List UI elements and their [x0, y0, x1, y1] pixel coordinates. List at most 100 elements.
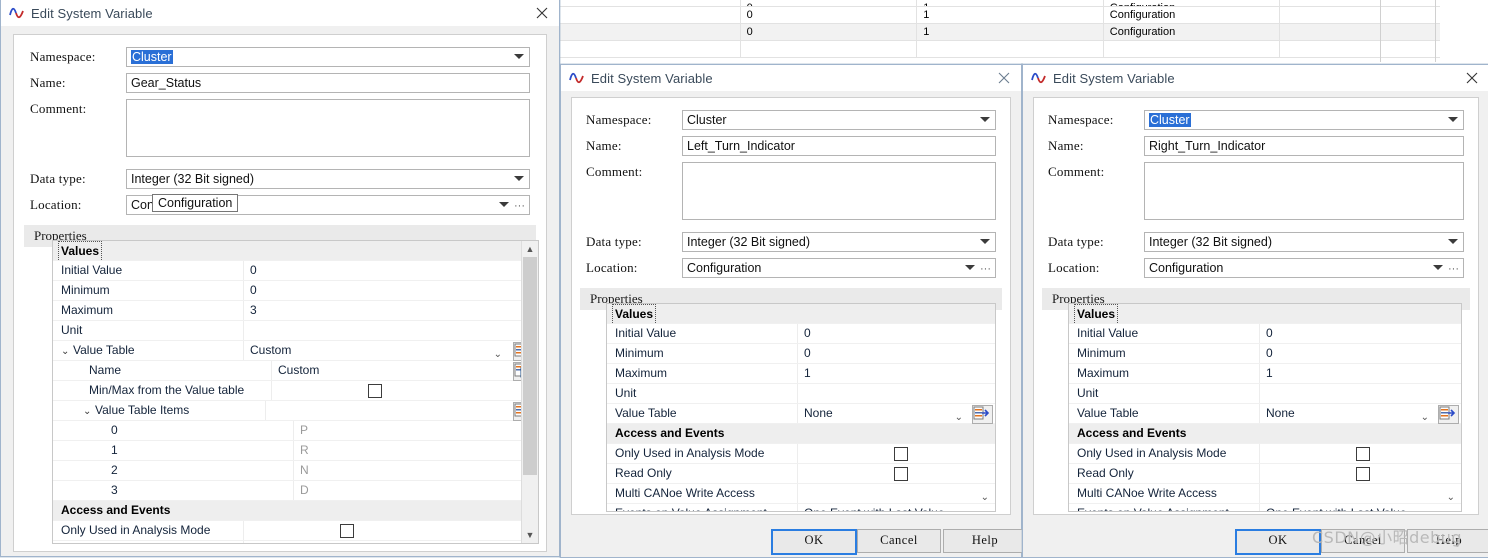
value-table-export-icon-button[interactable] [972, 405, 993, 424]
grid-row-only-used-analysis[interactable]: Only Used in Analysis Mode [607, 444, 995, 464]
grid-row-minimum[interactable]: Minimum 0 [607, 344, 995, 364]
grid-row-minmax-from-table[interactable]: Min/Max from the Value table [53, 381, 538, 401]
only-used-analysis-checkbox[interactable] [1356, 447, 1370, 461]
grid-row-multi-canoe[interactable]: Multi CANoe Write Access ⌄ [1069, 484, 1461, 504]
close-icon[interactable] [1461, 68, 1483, 88]
grid-label-maximum: Maximum [53, 301, 244, 320]
chevron-down-icon[interactable]: ⌄ [1447, 508, 1455, 511]
cancel-button[interactable]: Cancel [857, 529, 941, 553]
comment-textarea[interactable] [1144, 162, 1464, 220]
grid-row-name[interactable]: Name Custom [53, 361, 538, 381]
dialog2-content-panel: Namespace: Cluster Name: Left_Turn_Indic… [571, 97, 1011, 515]
name-input[interactable]: Right_Turn_Indicator [1144, 136, 1464, 156]
scroll-up-icon[interactable]: ▲ [522, 241, 538, 257]
grid-row-minimum[interactable]: Minimum 0 [1069, 344, 1461, 364]
grid-row-value-table[interactable]: Value Table None ⌄ [1069, 404, 1461, 424]
grid-row-events-on-assignment[interactable]: Events on Value Assignment One Event wit… [607, 504, 995, 511]
comment-textarea[interactable] [126, 99, 530, 157]
property-grid-scrollbar[interactable]: ▲ ▼ [521, 241, 538, 543]
grid-row-initial-value[interactable]: Initial Value 0 [53, 261, 538, 281]
grid-row-value-item[interactable]: 1 R [53, 441, 538, 461]
only-used-analysis-checkbox[interactable] [340, 524, 354, 538]
dialog3-body: Namespace: Cluster Name: Right_Turn_Indi… [1023, 91, 1488, 557]
grid-row-minimum[interactable]: Minimum 0 [53, 281, 538, 301]
grid-value-events-on-assignment: One Event with Last Value [804, 506, 945, 511]
grid-value-events-on-assignment: One Event with Last Value [1266, 506, 1407, 511]
chevron-down-icon[interactable]: ⌄ [981, 508, 989, 511]
comment-textarea[interactable] [682, 162, 996, 220]
grid-group-access-and-events: Access and Events [53, 501, 538, 521]
grid-row-multi-canoe[interactable]: Multi CANoe Write Access ⌄ [607, 484, 995, 504]
location-select[interactable]: Configuration ··· [682, 258, 996, 278]
label-location: Location: [30, 197, 82, 212]
dialog1-titlebar: Edit System Variable [1, 0, 559, 27]
location-value: Configuration [687, 261, 762, 275]
close-icon[interactable] [993, 68, 1015, 88]
namespace-select[interactable]: Cluster [126, 47, 530, 67]
chevron-expanded-icon[interactable]: ⌄ [83, 402, 93, 420]
data-type-select[interactable]: Integer (32 Bit signed) [682, 232, 996, 252]
scroll-down-icon[interactable]: ▼ [522, 527, 538, 543]
namespace-select[interactable]: Cluster [682, 110, 996, 130]
chevron-expanded-icon[interactable]: ⌄ [61, 342, 71, 360]
grid-row-value-table[interactable]: Value Table None ⌄ [607, 404, 995, 424]
grid-row-value-item[interactable]: 0 P [53, 421, 538, 441]
label-comment: Comment: [30, 101, 87, 116]
grid-value-item-value: N [300, 463, 309, 477]
grid-row-read-only[interactable]: Read Only [1069, 464, 1461, 484]
grid-row-read-only[interactable]: Read Only [607, 464, 995, 484]
grid-label-item-key: 2 [53, 461, 294, 480]
grid-row-unit[interactable]: Unit [1069, 384, 1461, 404]
help-button[interactable]: Help [1407, 529, 1488, 553]
namespace-select[interactable]: Cluster [1144, 110, 1464, 130]
grid-label-minimum: Minimum [607, 344, 798, 363]
grid-row-value-table-items[interactable]: ⌄ Value Table Items [53, 401, 538, 421]
data-type-value: Integer (32 Bit signed) [1149, 235, 1272, 249]
only-used-analysis-checkbox[interactable] [894, 447, 908, 461]
minmax-checkbox[interactable] [368, 384, 382, 398]
read-only-checkbox[interactable] [894, 467, 908, 481]
grid-row-read-only[interactable]: Read Only [53, 541, 538, 543]
grid-row-value-item[interactable]: 3 D [53, 481, 538, 501]
data-type-value: Integer (32 Bit signed) [131, 172, 254, 186]
help-button[interactable]: Help [943, 529, 1027, 553]
grid-row-only-used-analysis[interactable]: Only Used in Analysis Mode [1069, 444, 1461, 464]
grid-row-maximum[interactable]: Maximum 1 [607, 364, 995, 384]
grid-row-initial-value[interactable]: Initial Value 0 [607, 324, 995, 344]
location-ellipsis-button[interactable]: ··· [980, 260, 991, 277]
location-select[interactable]: Configuration ··· [1144, 258, 1464, 278]
grid-row-only-used-analysis[interactable]: Only Used in Analysis Mode [53, 521, 538, 541]
location-ellipsis-button[interactable]: ··· [1448, 260, 1459, 277]
grid-row-initial-value[interactable]: Initial Value 0 [1069, 324, 1461, 344]
dialog2-title: Edit System Variable [591, 70, 713, 86]
read-only-checkbox[interactable] [1356, 467, 1370, 481]
grid-row-events-on-assignment[interactable]: Events on Value Assignment One Event wit… [1069, 504, 1461, 511]
label-data-type: Data type: [1048, 234, 1104, 249]
location-ellipsis-button[interactable]: ··· [514, 197, 525, 214]
grid-value-maximum: 3 [250, 303, 257, 317]
grid-row-maximum[interactable]: Maximum 3 [53, 301, 538, 321]
ok-button[interactable]: OK [1235, 529, 1321, 555]
close-icon[interactable] [531, 3, 553, 23]
cancel-button[interactable]: Cancel [1321, 529, 1405, 553]
grid-row-value-table[interactable]: ⌄ Value Table Custom ⌄ [53, 341, 538, 361]
name-input[interactable]: Left_Turn_Indicator [682, 136, 996, 156]
dialog-edit-system-variable-left-turn: Edit System Variable Namespace: Cluster … [560, 64, 1027, 558]
data-type-select[interactable]: Integer (32 Bit signed) [1144, 232, 1464, 252]
grid-row-unit[interactable]: Unit [607, 384, 995, 404]
scrollbar-thumb[interactable] [523, 257, 537, 475]
field-namespace: Namespace: Cluster [586, 110, 996, 130]
label-location: Location: [586, 260, 638, 275]
table-row: 0 1 Configuration [560, 0, 1440, 7]
ok-button[interactable]: OK [771, 529, 857, 555]
grid-row-maximum[interactable]: Maximum 1 [1069, 364, 1461, 384]
name-input[interactable]: Gear_Status [126, 73, 530, 93]
grid-group-values: Values [1069, 304, 1461, 324]
dialog1-property-grid: Values Initial Value 0 Minimum 0 Maximum… [52, 240, 539, 544]
label-name: Name: [586, 138, 622, 153]
grid-row-value-item[interactable]: 2 N [53, 461, 538, 481]
grid-row-unit[interactable]: Unit [53, 321, 538, 341]
data-type-select[interactable]: Integer (32 Bit signed) [126, 169, 530, 189]
value-table-export-icon-button[interactable] [1438, 405, 1459, 424]
grid-label-read-only: Read Only [607, 464, 798, 483]
